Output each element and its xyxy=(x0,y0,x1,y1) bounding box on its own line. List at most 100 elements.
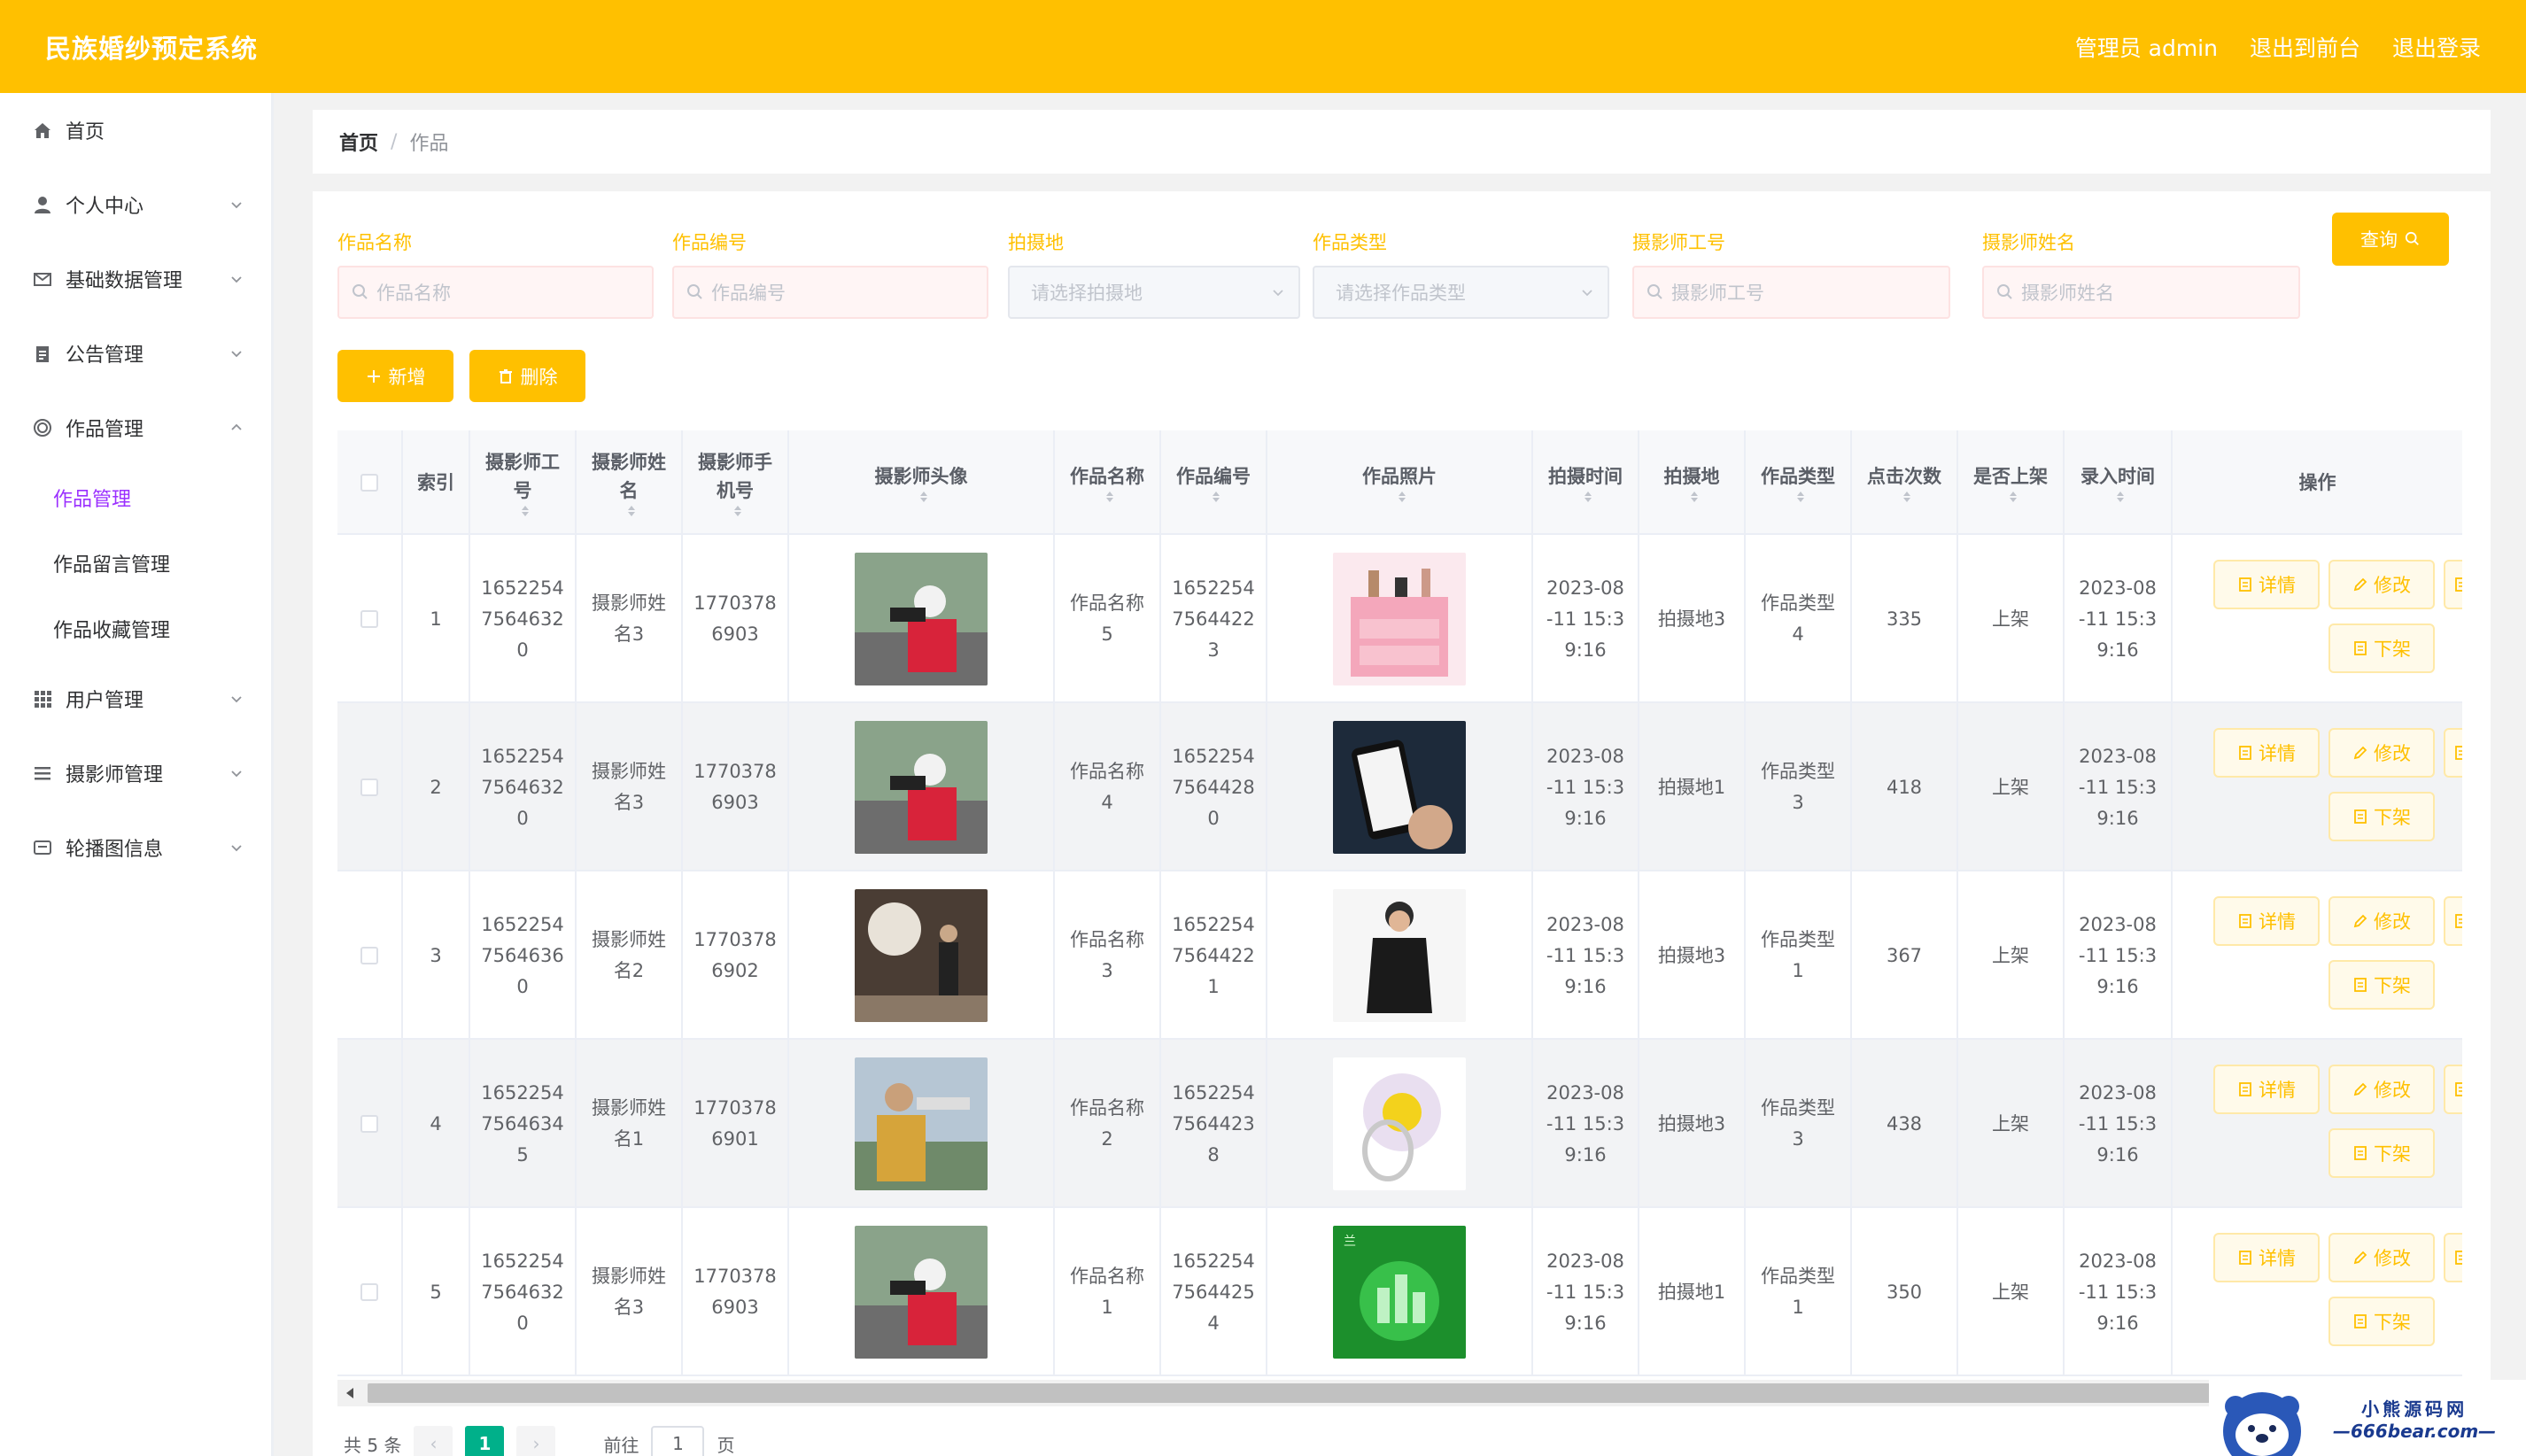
work-photo-image[interactable]: 兰 xyxy=(1333,1226,1466,1359)
photographer-avatar-image[interactable] xyxy=(855,721,988,854)
photographer-id-input[interactable]: 摄影师工号 xyxy=(1632,266,1950,319)
detail-button[interactable]: 详情 xyxy=(2213,896,2320,946)
sidebar-item-users[interactable]: 用户管理 xyxy=(0,662,271,736)
select-all-checkbox[interactable] xyxy=(360,474,378,492)
header-shoot-time[interactable]: 拍摄时间 xyxy=(1533,430,1639,535)
submenu-works-comments[interactable]: 作品留言管理 xyxy=(0,531,271,596)
detail-button[interactable]: 详情 xyxy=(2213,1233,2320,1282)
submenu-works-favorites[interactable]: 作品收藏管理 xyxy=(0,596,271,662)
off-shelf-button[interactable]: 下架 xyxy=(2328,792,2435,841)
sort-caret-icon[interactable] xyxy=(2009,491,2018,503)
sort-caret-icon[interactable] xyxy=(1796,491,1805,503)
sort-caret-icon[interactable] xyxy=(1212,491,1220,503)
header-photographer-id[interactable]: 摄影师工 号 xyxy=(470,430,577,535)
delete-button-label: 删除 xyxy=(520,366,558,388)
back-to-front-link[interactable]: 退出到前台 xyxy=(2250,31,2360,63)
scroll-left-arrow-icon[interactable] xyxy=(346,1388,353,1398)
header-work-type[interactable]: 作品类型 xyxy=(1746,430,1852,535)
edit-button[interactable]: 修改 xyxy=(2328,896,2435,946)
row-checkbox[interactable] xyxy=(360,778,378,796)
cell-pname: 摄影师姓 名3 xyxy=(577,535,683,703)
sidebar-item-carousel[interactable]: 轮播图信息 xyxy=(0,810,271,885)
work-photo-image[interactable] xyxy=(1333,553,1466,685)
detail-button[interactable]: 详情 xyxy=(2213,560,2320,609)
header-on-shelf[interactable]: 是否上架 xyxy=(1958,430,2065,535)
work-photo-image[interactable] xyxy=(1333,889,1466,1022)
extra-action-button[interactable] xyxy=(2444,1233,2462,1282)
edit-button[interactable]: 修改 xyxy=(2328,728,2435,778)
cell-pid: 1652254 7564636 0 xyxy=(470,871,577,1040)
cell-index-text: 4 xyxy=(430,1112,442,1135)
extra-action-button[interactable] xyxy=(2444,728,2462,778)
sort-caret-icon[interactable] xyxy=(1690,491,1699,503)
sidebar-item-photographers[interactable]: 摄影师管理 xyxy=(0,736,271,810)
table-horizontal-scrollbar[interactable] xyxy=(337,1380,2462,1406)
sidebar-item-notice[interactable]: 公告管理 xyxy=(0,316,271,391)
scrollbar-thumb[interactable] xyxy=(368,1383,2210,1403)
sort-caret-icon[interactable] xyxy=(627,505,636,517)
edit-button[interactable]: 修改 xyxy=(2328,1233,2435,1282)
photographer-avatar-image[interactable] xyxy=(855,889,988,1022)
detail-button-label: 详情 xyxy=(2259,743,2296,764)
next-page-button[interactable]: › xyxy=(516,1426,556,1456)
work-photo-image[interactable] xyxy=(1333,1057,1466,1190)
sort-caret-icon[interactable] xyxy=(2116,491,2125,503)
edit-button[interactable]: 修改 xyxy=(2328,560,2435,609)
off-shelf-button[interactable]: 下架 xyxy=(2328,960,2435,1010)
work-code-input[interactable]: 作品编号 xyxy=(672,266,988,319)
search-button[interactable]: 查询 xyxy=(2332,213,2449,266)
sidebar-item-home[interactable]: 首页 xyxy=(0,93,271,167)
sort-caret-icon[interactable] xyxy=(919,491,928,503)
edit-button[interactable]: 修改 xyxy=(2328,1065,2435,1114)
row-checkbox[interactable] xyxy=(360,1115,378,1133)
delete-button[interactable]: 删除 xyxy=(469,350,585,402)
photographer-avatar-image[interactable] xyxy=(855,1057,988,1190)
header-work-photo[interactable]: 作品照片 xyxy=(1267,430,1533,535)
page-number-current[interactable]: 1 xyxy=(465,1426,505,1456)
header-photographer-avatar[interactable]: 摄影师头像 xyxy=(789,430,1055,535)
work-name-input[interactable]: 作品名称 xyxy=(337,266,654,319)
photographer-avatar-image[interactable] xyxy=(855,1226,988,1359)
header-work-name[interactable]: 作品名称 xyxy=(1055,430,1161,535)
row-checkbox[interactable] xyxy=(360,610,378,628)
sort-caret-icon[interactable] xyxy=(521,505,530,517)
header-shoot-place[interactable]: 拍摄地 xyxy=(1639,430,1746,535)
row-checkbox[interactable] xyxy=(360,1283,378,1301)
sort-caret-icon[interactable] xyxy=(1398,491,1406,503)
filter-label-type: 作品类型 xyxy=(1313,232,1387,253)
sidebar-item-base-data[interactable]: 基础数据管理 xyxy=(0,242,271,316)
sort-caret-icon[interactable] xyxy=(733,505,742,517)
type-select[interactable]: 请选择作品类型 xyxy=(1313,266,1609,319)
photographer-avatar-image[interactable] xyxy=(855,553,988,685)
header-created-time[interactable]: 录入时间 xyxy=(2065,430,2173,535)
row-checkbox[interactable] xyxy=(360,947,378,964)
extra-action-button[interactable] xyxy=(2444,896,2462,946)
work-photo-image[interactable] xyxy=(1333,721,1466,854)
off-shelf-button[interactable]: 下架 xyxy=(2328,1128,2435,1178)
off-shelf-button[interactable]: 下架 xyxy=(2328,623,2435,673)
detail-button-label: 详情 xyxy=(2259,1080,2296,1101)
photographer-name-input[interactable]: 摄影师姓名 xyxy=(1982,266,2300,319)
submenu-works-manage[interactable]: 作品管理 xyxy=(0,465,271,531)
sort-caret-icon[interactable] xyxy=(1584,491,1592,503)
extra-action-button[interactable] xyxy=(2444,560,2462,609)
off-shelf-button[interactable]: 下架 xyxy=(2328,1297,2435,1346)
header-clicks[interactable]: 点击次数 xyxy=(1852,430,1958,535)
header-photographer-name[interactable]: 摄影师姓 名 xyxy=(577,430,683,535)
add-button[interactable]: 新增 xyxy=(337,350,453,402)
chevron-down-icon xyxy=(231,696,242,703)
header-work-code[interactable]: 作品编号 xyxy=(1161,430,1267,535)
extra-action-button[interactable] xyxy=(2444,1065,2462,1114)
detail-button[interactable]: 详情 xyxy=(2213,728,2320,778)
sort-caret-icon[interactable] xyxy=(1902,491,1911,503)
prev-page-button[interactable]: ‹ xyxy=(414,1426,453,1456)
goto-page-input[interactable]: 1 xyxy=(651,1426,705,1456)
sidebar-item-works[interactable]: 作品管理 xyxy=(0,391,271,465)
sidebar-item-personal[interactable]: 个人中心 xyxy=(0,167,271,242)
detail-button[interactable]: 详情 xyxy=(2213,1065,2320,1114)
logout-link[interactable]: 退出登录 xyxy=(2392,31,2481,63)
header-photographer-phone[interactable]: 摄影师手 机号 xyxy=(683,430,789,535)
sort-caret-icon[interactable] xyxy=(1105,491,1114,503)
place-select[interactable]: 请选择拍摄地 xyxy=(1008,266,1300,319)
breadcrumb-home[interactable]: 首页 xyxy=(339,128,378,156)
